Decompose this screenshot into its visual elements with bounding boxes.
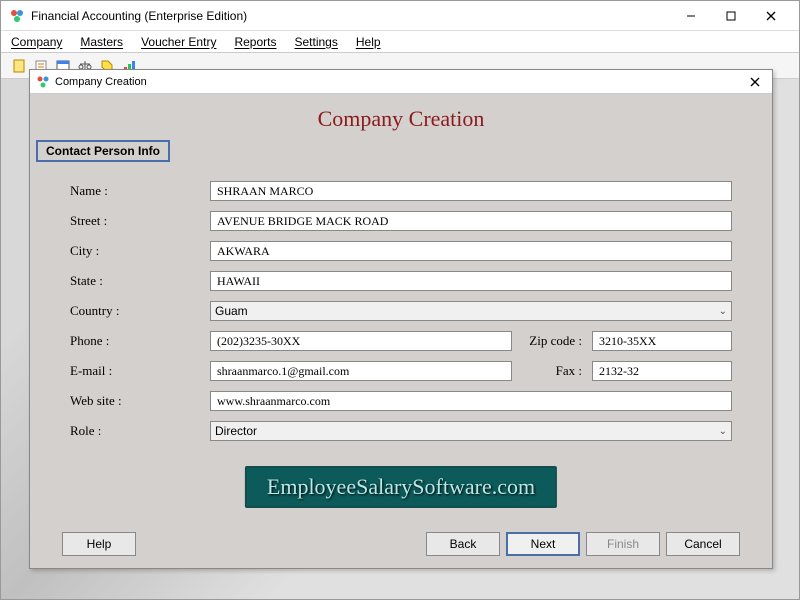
section-label: Contact Person Info [36, 140, 170, 162]
dialog-heading: Company Creation [30, 94, 772, 140]
dialog-titlebar: Company Creation [30, 70, 772, 94]
country-select[interactable]: Guam ⌄ [210, 301, 732, 321]
role-select[interactable]: Director ⌄ [210, 421, 732, 441]
window-title: Financial Accounting (Enterprise Edition… [31, 9, 671, 23]
label-name: Name : [70, 183, 210, 199]
chevron-down-icon: ⌄ [719, 306, 727, 317]
close-button[interactable] [751, 3, 791, 29]
menu-help[interactable]: Help [356, 35, 381, 49]
titlebar: Financial Accounting (Enterprise Edition… [1, 1, 799, 31]
phone-field[interactable] [210, 331, 512, 351]
new-file-icon[interactable] [9, 56, 29, 76]
menu-masters[interactable]: Masters [80, 35, 123, 49]
label-role: Role : [70, 423, 210, 439]
menu-voucher-entry[interactable]: Voucher Entry [141, 35, 216, 49]
menubar: Company Masters Voucher Entry Reports Se… [1, 31, 799, 53]
label-country: Country : [70, 303, 210, 319]
finish-button[interactable]: Finish [586, 532, 660, 556]
label-fax: Fax : [512, 363, 592, 379]
country-value: Guam [215, 304, 248, 318]
menu-company[interactable]: Company [11, 35, 62, 49]
street-field[interactable] [210, 211, 732, 231]
dialog-icon [36, 75, 50, 89]
label-street: Street : [70, 213, 210, 229]
label-zip: Zip code : [512, 333, 592, 349]
cancel-button[interactable]: Cancel [666, 532, 740, 556]
zip-field[interactable] [592, 331, 732, 351]
help-button[interactable]: Help [62, 532, 136, 556]
menu-reports[interactable]: Reports [234, 35, 276, 49]
company-creation-dialog: Company Creation Company Creation Contac… [29, 69, 773, 569]
dialog-close-button[interactable] [744, 72, 766, 92]
city-field[interactable] [210, 241, 732, 261]
name-field[interactable] [210, 181, 732, 201]
label-state: State : [70, 273, 210, 289]
watermark-banner: EmployeeSalarySoftware.com [245, 466, 557, 508]
app-icon [9, 8, 25, 24]
back-button[interactable]: Back [426, 532, 500, 556]
label-phone: Phone : [70, 333, 210, 349]
main-window: Financial Accounting (Enterprise Edition… [0, 0, 800, 600]
window-controls [671, 3, 791, 29]
state-field[interactable] [210, 271, 732, 291]
dialog-title: Company Creation [55, 76, 744, 88]
menu-settings[interactable]: Settings [294, 35, 337, 49]
label-city: City : [70, 243, 210, 259]
button-bar: Help Back Next Finish Cancel [30, 532, 772, 556]
role-value: Director [215, 424, 257, 438]
next-button[interactable]: Next [506, 532, 580, 556]
minimize-button[interactable] [671, 3, 711, 29]
label-website: Web site : [70, 393, 210, 409]
email-field[interactable] [210, 361, 512, 381]
fax-field[interactable] [592, 361, 732, 381]
website-field[interactable] [210, 391, 732, 411]
maximize-button[interactable] [711, 3, 751, 29]
chevron-down-icon: ⌄ [719, 426, 727, 437]
form-area: Name : Street : City : State : Country :… [30, 162, 772, 460]
label-email: E-mail : [70, 363, 210, 379]
